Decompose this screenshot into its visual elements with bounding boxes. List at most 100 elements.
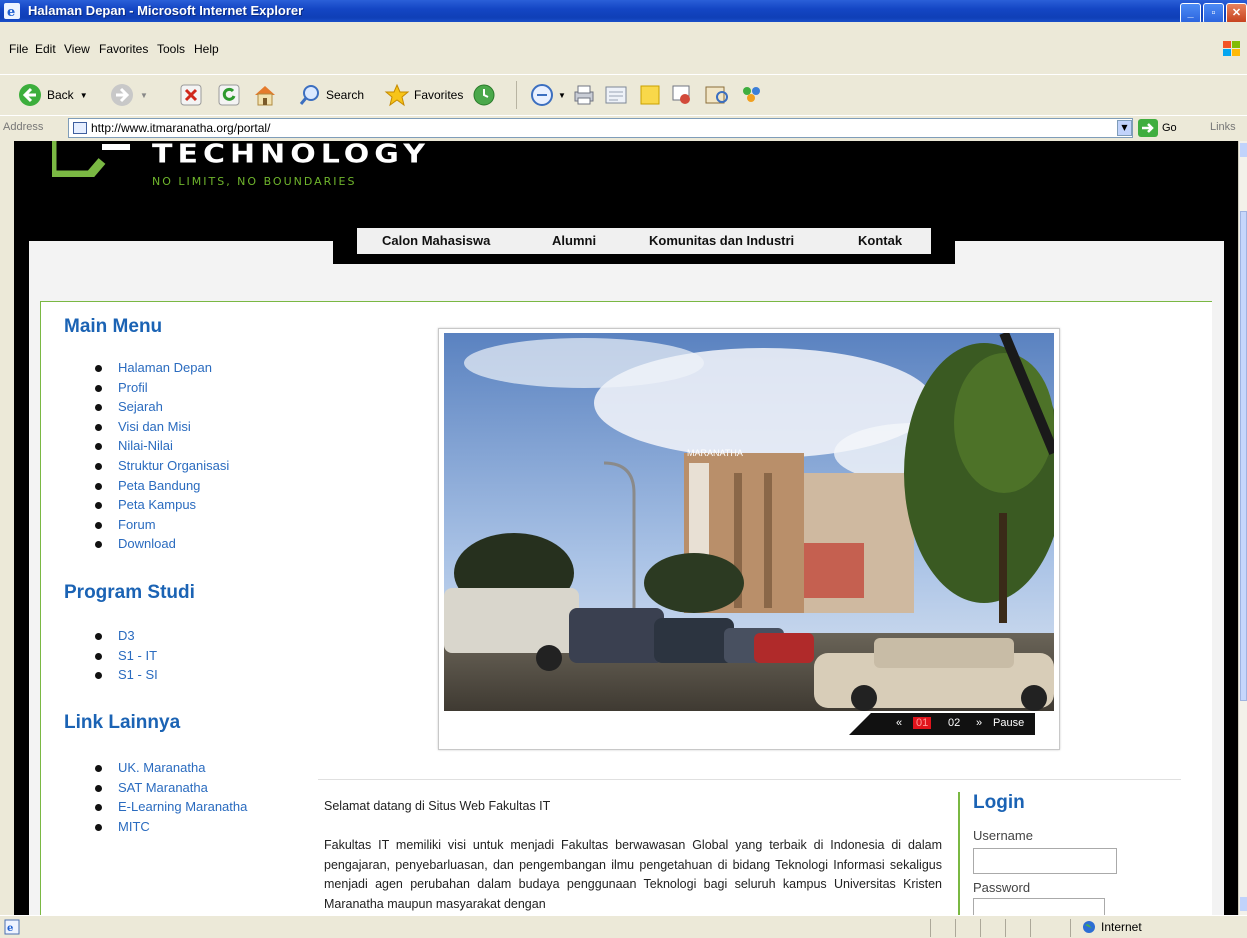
favorites-button[interactable]: Favorites xyxy=(384,83,463,107)
back-dropdown-icon[interactable]: ▼ xyxy=(80,91,88,100)
window-title-bar[interactable]: e Halaman Depan - Microsoft Internet Exp… xyxy=(0,0,1247,24)
internet-explorer-icon: e xyxy=(4,3,20,19)
link-item-elearning[interactable]: E-Learning Maranatha xyxy=(93,799,247,819)
nav-komunitas-industri[interactable]: Komunitas dan Industri xyxy=(649,233,794,248)
home-icon xyxy=(255,86,275,106)
menu-item-nilai-nilai[interactable]: Nilai-Nilai xyxy=(93,438,229,458)
program-item-s1-si[interactable]: S1 - SI xyxy=(93,667,158,687)
menu-item-profil[interactable]: Profil xyxy=(93,380,229,400)
menu-edit[interactable]: Edit xyxy=(35,42,56,56)
slide-page-1[interactable]: 01 xyxy=(913,717,932,729)
home-button[interactable] xyxy=(252,83,278,107)
slide-prev-button[interactable]: « xyxy=(896,717,902,729)
slide-next-button[interactable]: » xyxy=(976,717,982,729)
close-button[interactable]: ✕ xyxy=(1226,3,1247,24)
menu-item-peta-bandung[interactable]: Peta Bandung xyxy=(93,478,229,498)
program-item-d3[interactable]: D3 xyxy=(93,628,158,648)
menu-item-struktur-organisasi[interactable]: Struktur Organisasi xyxy=(93,458,229,478)
go-arrow-icon xyxy=(1138,119,1158,137)
search-button[interactable]: Search xyxy=(298,83,364,107)
star-icon xyxy=(384,83,410,107)
minimize-button[interactable]: _ xyxy=(1180,3,1201,24)
people-icon xyxy=(743,87,760,102)
content-divider xyxy=(318,779,1181,780)
menu-favorites[interactable]: Favorites xyxy=(99,42,148,56)
intro-paragraph: Fakultas IT memiliki visi untuk menjadi … xyxy=(324,838,942,911)
program-item-s1-it[interactable]: S1 - IT xyxy=(93,648,158,668)
forward-dropdown-icon[interactable]: ▼ xyxy=(140,91,148,100)
welcome-text: Selamat datang di Situs Web Fakultas IT xyxy=(324,799,551,813)
stop-icon xyxy=(180,84,202,106)
edit-button[interactable] xyxy=(604,83,628,107)
edit-page-icon xyxy=(605,86,627,104)
history-button[interactable] xyxy=(472,83,496,107)
logo-wordmark: TECHNOLOGY xyxy=(152,141,430,170)
history-icon xyxy=(473,84,495,106)
back-arrow-icon xyxy=(19,84,41,106)
username-input[interactable] xyxy=(973,848,1117,874)
main-menu-heading: Main Menu xyxy=(64,316,163,337)
address-label: Address xyxy=(3,121,44,133)
menu-item-peta-kampus[interactable]: Peta Kampus xyxy=(93,497,229,517)
menu-item-sejarah[interactable]: Sejarah xyxy=(93,399,229,419)
links-toolbar-label[interactable]: Links xyxy=(1210,121,1236,133)
go-button[interactable]: Go xyxy=(1138,119,1177,137)
address-bar: Address http://www.itmaranatha.org/porta… xyxy=(0,115,1247,139)
status-bar: e Internet xyxy=(0,915,1247,938)
menu-view[interactable]: View xyxy=(64,42,90,56)
scroll-up-button[interactable] xyxy=(1240,143,1247,157)
menu-item-forum[interactable]: Forum xyxy=(93,517,229,537)
password-label: Password xyxy=(973,880,1031,895)
research-button[interactable] xyxy=(704,83,730,107)
menu-item-download[interactable]: Download xyxy=(93,536,229,556)
print-button[interactable] xyxy=(572,83,596,107)
forward-arrow-icon xyxy=(111,84,133,106)
notes-button[interactable] xyxy=(638,83,662,107)
menu-item-visi-misi[interactable]: Visi dan Misi xyxy=(93,419,229,439)
printer-icon xyxy=(574,85,594,105)
nav-alumni[interactable]: Alumni xyxy=(552,233,596,248)
link-item-mitc[interactable]: MITC xyxy=(93,819,247,839)
note-icon xyxy=(640,85,660,105)
chat-icon xyxy=(672,85,690,104)
menu-file[interactable]: File xyxy=(9,42,28,56)
menu-help[interactable]: Help xyxy=(194,42,219,56)
slide-pause-button[interactable]: Pause xyxy=(993,717,1024,729)
research-icon xyxy=(705,86,728,104)
login-panel: Login Username Password xyxy=(958,792,1158,915)
menu-tools[interactable]: Tools xyxy=(157,42,185,56)
window-title: Halaman Depan - Microsoft Internet Explo… xyxy=(28,3,304,18)
globe-icon xyxy=(1083,921,1095,933)
program-studi-list: D3 S1 - IT S1 - SI xyxy=(93,628,158,687)
messenger-buddies-button[interactable] xyxy=(738,83,766,107)
vertical-scrollbar[interactable] xyxy=(1238,141,1247,915)
mail-dropdown-icon[interactable]: ▼ xyxy=(558,91,566,100)
nav-kontak[interactable]: Kontak xyxy=(858,233,902,248)
standard-toolbar: Back ▼ ▼ Search Favorites ▼ xyxy=(0,74,1247,114)
link-lainnya-heading: Link Lainnya xyxy=(64,712,181,733)
scroll-thumb[interactable] xyxy=(1240,211,1247,701)
refresh-button[interactable] xyxy=(218,83,240,107)
scroll-down-button[interactable] xyxy=(1240,897,1247,911)
page-icon xyxy=(73,122,87,134)
logo-tagline: NO LIMITS, NO BOUNDARIES xyxy=(152,175,357,188)
password-input[interactable] xyxy=(973,898,1105,915)
mail-button[interactable]: ▼ xyxy=(530,83,566,107)
address-dropdown-icon[interactable]: ▼ xyxy=(1117,120,1132,136)
address-input[interactable]: http://www.itmaranatha.org/portal/ xyxy=(68,118,1133,138)
forward-button[interactable]: ▼ xyxy=(110,83,148,107)
svg-text:e: e xyxy=(7,923,13,934)
back-button[interactable]: Back ▼ xyxy=(18,83,88,107)
main-menu-list: Halaman Depan Profil Sejarah Visi dan Mi… xyxy=(93,360,229,556)
maximize-button[interactable]: ▫ xyxy=(1203,3,1224,24)
nav-calon-mahasiswa[interactable]: Calon Mahasiswa xyxy=(382,233,490,248)
messenger-button[interactable] xyxy=(670,83,694,107)
username-label: Username xyxy=(973,828,1033,843)
slide-page-2[interactable]: 02 xyxy=(948,717,960,729)
link-item-uk-maranatha[interactable]: UK. Maranatha xyxy=(93,760,247,780)
link-item-sat-maranatha[interactable]: SAT Maranatha xyxy=(93,780,247,800)
stop-button[interactable] xyxy=(180,83,202,107)
menu-item-halaman-depan[interactable]: Halaman Depan xyxy=(93,360,229,380)
address-value[interactable]: http://www.itmaranatha.org/portal/ xyxy=(91,121,270,135)
login-heading: Login xyxy=(973,792,1025,813)
